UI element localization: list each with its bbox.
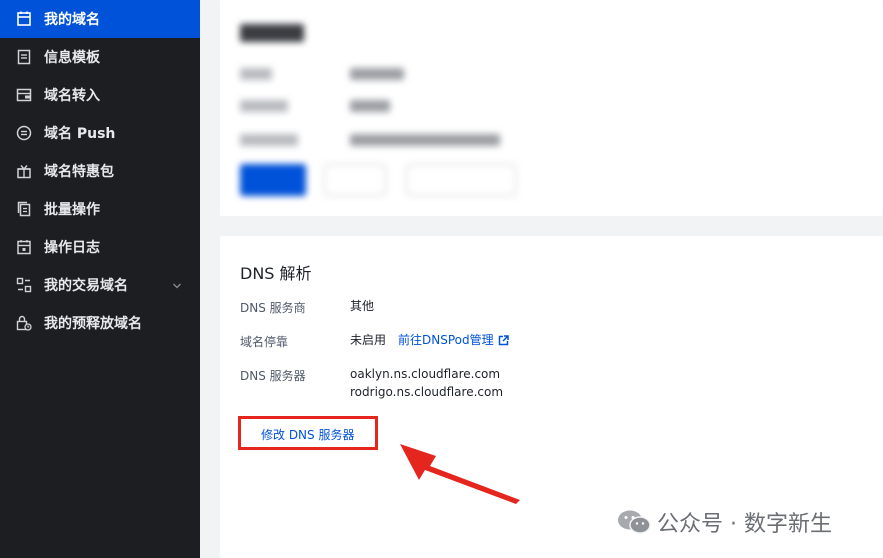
red-arrow-annotation [400, 444, 520, 504]
wechat-icon [617, 509, 651, 535]
watermark: 公众号 · 数字新生 [617, 506, 832, 538]
watermark-text: 公众号 · 数字新生 [657, 512, 832, 537]
